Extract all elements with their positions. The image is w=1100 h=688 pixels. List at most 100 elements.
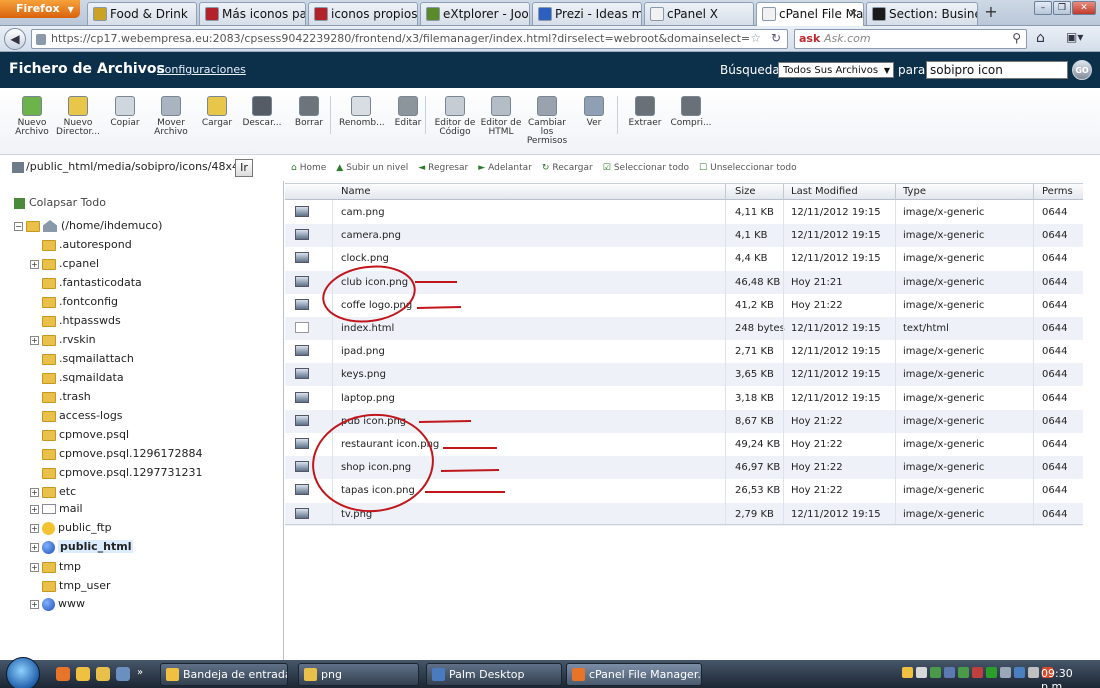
taskbar-button[interactable]: cPanel File Manager... [566,663,702,686]
tree-item[interactable]: tmp_user [30,577,111,595]
expand-toggle-icon[interactable]: + [30,487,39,497]
taskbar-button[interactable]: png [298,663,419,686]
nav-action-3[interactable]: ► Adelantar [478,163,532,173]
network-icon[interactable] [1000,667,1011,678]
search-icon[interactable]: ⚲ [1012,31,1021,45]
nav-action-2[interactable]: ◄ Regresar [418,163,468,173]
browser-tab[interactable]: Section: Business ... [866,2,978,25]
tray-icon[interactable] [972,667,983,678]
file-row[interactable]: index.html 248 bytes 12/11/2012 19:15 text/… [285,317,1083,340]
file-row[interactable]: restaurant icon.png 49,24 KB Hoy 21:22 imag… [285,433,1083,456]
browser-tab[interactable]: Prezi - Ideas matt... [532,2,642,25]
tree-root[interactable]: − (/home/ihdemuco) [14,217,162,235]
folder-quicklaunch-icon[interactable] [96,667,110,681]
browser-tab[interactable]: Más iconos para ... [199,2,306,25]
file-row[interactable]: coffe logo.png 41,2 KB Hoy 21:22 image/x-ge… [285,294,1083,317]
new-tab-button[interactable]: + [980,2,1002,24]
tray-icon[interactable] [916,667,927,678]
tree-item[interactable]: .htpasswds [30,312,121,330]
expand-toggle-icon[interactable]: + [30,504,39,514]
tree-item[interactable]: access-logs [30,407,123,425]
file-row[interactable]: cam.png 4,11 KB 12/11/2012 19:15 image/x-ge… [285,201,1083,224]
file-row[interactable]: tapas icon.png 26,53 KB Hoy 21:22 image/x-g… [285,479,1083,502]
file-row[interactable]: ipad.png 2,71 KB 12/11/2012 19:15 image/x-g… [285,340,1083,363]
expand-toggle-icon[interactable]: + [30,562,39,572]
file-row[interactable]: tv.png 2,79 KB 12/11/2012 19:15 image/x-gen… [285,502,1083,526]
tree-item[interactable]: + public_ftp [30,519,112,537]
settings-link[interactable]: Configuraciones [157,63,246,76]
tree-item[interactable]: .sqmaildata [30,369,124,387]
column-last-modified[interactable]: Last Modified [791,186,858,197]
minimize-button[interactable]: – [1034,1,1052,15]
volume-icon[interactable] [1014,667,1025,678]
toolbar-button[interactable]: Compri... [669,96,713,128]
tray-icon[interactable] [930,667,941,678]
search-engine-icon[interactable]: ask [799,32,820,45]
toolbar-button[interactable]: Cambiar los Permisos [525,96,569,146]
expand-toggle-icon[interactable]: + [30,599,39,609]
go-to-path-button[interactable]: Ir [235,159,253,177]
tree-item[interactable]: + etc [30,483,76,501]
nav-action-0[interactable]: ⌂ Home [291,163,326,173]
expand-toggle-icon[interactable]: + [30,523,39,533]
tray-icon[interactable] [958,667,969,678]
tree-item[interactable]: + .cpanel [30,255,99,273]
file-row[interactable]: keys.png 3,65 KB 12/11/2012 19:15 image/x-g… [285,363,1083,387]
tree-item[interactable]: + mail [30,500,83,518]
firefox-menu-button[interactable]: Firefox ▼ [0,0,80,18]
tree-item[interactable]: cpmove.psql [30,426,129,444]
reload-icon[interactable]: ↻ [771,31,781,45]
nav-action-5[interactable]: ☑ Seleccionar todo [603,163,689,173]
more-quicklaunch-icon[interactable]: » [137,667,151,681]
column-size[interactable]: Size [735,186,756,197]
tree-item[interactable]: .autorespond [30,236,132,254]
browser-tab[interactable]: cPanel X [644,2,754,25]
collapse-all-link[interactable]: Colapsar Todo [14,196,106,209]
home-icon[interactable]: ⌂ [1036,30,1045,46]
tree-item[interactable]: + public_html [30,538,134,556]
toolbar-button[interactable]: Extraer [623,96,667,128]
file-row[interactable]: clock.png 4,4 KB 12/11/2012 19:15 image/x-g… [285,247,1083,270]
tray-icon[interactable] [1028,667,1039,678]
nav-action-4[interactable]: ↻ Recargar [542,163,593,173]
close-window-button[interactable]: ✕ [1072,1,1096,15]
bookmark-star-icon[interactable]: ☆ [750,31,761,45]
toolbar-button[interactable]: Copiar [103,96,147,128]
browser-tab[interactable]: eXtplorer - Joomla... [420,2,530,25]
search-scope-select[interactable]: Todos Sus Archivos ▼ [778,62,894,78]
nav-action-6[interactable]: ☐ Unseleccionar todo [699,163,797,173]
path-input[interactable]: /public_html/media/sobipro/icons/48x48/ [12,160,250,173]
tree-item[interactable]: .trash [30,388,91,406]
address-bar[interactable]: https://cp17.webempresa.eu:2083/cpsess90… [31,29,788,49]
go-button[interactable]: GO [1072,60,1092,80]
back-button[interactable]: ◀ [4,28,26,50]
tree-item[interactable]: + .rvskin [30,331,96,349]
toolbar-button[interactable]: Ver [572,96,616,128]
close-tab-icon[interactable]: ✕ [849,3,858,25]
browser-tab[interactable]: cPanel File Ma...✕ [756,2,864,26]
file-row[interactable]: laptop.png 3,18 KB 12/11/2012 19:15 image/x… [285,387,1083,410]
expand-toggle-icon[interactable]: + [30,259,39,269]
column-perms[interactable]: Perms [1042,186,1073,197]
file-row[interactable]: shop icon.png 46,97 KB Hoy 21:22 image/x-ge… [285,456,1083,480]
toolbar-button[interactable]: Editar [386,96,430,128]
tree-item[interactable]: cpmove.psql.1296172884 [30,445,202,463]
browser-tab[interactable]: iconos propios n... [308,2,418,25]
page-menu-icon[interactable]: ▣▾ [1066,30,1083,44]
toolbar-button[interactable]: Renomb... [339,96,385,128]
tree-item[interactable]: .fontconfig [30,293,118,311]
mail-quicklaunch-icon[interactable] [76,667,90,681]
file-row[interactable]: pub icon.png 8,67 KB Hoy 21:22 image/x-gene… [285,409,1083,433]
tray-icon[interactable] [944,667,955,678]
toolbar-button[interactable]: Editor de Código [433,96,477,137]
tree-item[interactable]: + tmp [30,558,81,576]
toolbar-button[interactable]: Nuevo Archivo [10,96,54,137]
tree-item[interactable]: + www [30,595,85,613]
tray-icon[interactable] [902,667,913,678]
file-row[interactable]: camera.png 4,1 KB 12/11/2012 19:15 image/x-… [285,224,1083,248]
toolbar-button[interactable]: Nuevo Director... [56,96,100,137]
nav-action-1[interactable]: ▲ Subir un nivel [336,163,408,173]
desktop-quicklaunch-icon[interactable] [116,667,130,681]
column-name[interactable]: Name [341,186,371,197]
expand-toggle-icon[interactable]: + [30,335,39,345]
